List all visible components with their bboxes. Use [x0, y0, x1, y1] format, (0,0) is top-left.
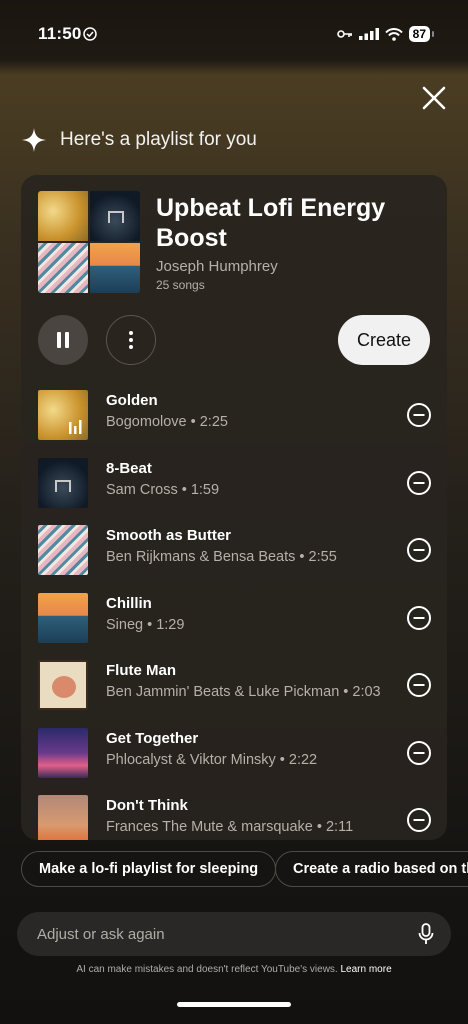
song-subtitle: Ben Rijkmans & Bensa Beats • 2:55: [106, 549, 337, 565]
cover-tile: [90, 243, 140, 293]
ai-header: Here's a playlist for you: [22, 128, 257, 152]
learn-more-link[interactable]: Learn more: [341, 964, 392, 975]
song-title: Smooth as Butter: [106, 527, 232, 544]
song-title: Get Together: [106, 730, 199, 747]
song-row[interactable]: Don't Think Frances The Mute & marsquake…: [21, 790, 447, 840]
song-title: Golden: [106, 392, 158, 409]
header-title: Here's a playlist for you: [60, 129, 257, 150]
song-thumbnail: [38, 390, 88, 440]
pause-button[interactable]: [38, 315, 88, 365]
more-options-button[interactable]: [106, 315, 156, 365]
more-vert-icon: [129, 331, 133, 349]
playlist-card: Upbeat Lofi Energy Boost Joseph Humphrey…: [21, 175, 447, 840]
suggestion-chip[interactable]: Make a lo-fi playlist for sleeping: [21, 851, 277, 887]
song-subtitle: Frances The Mute & marsquake • 2:11: [106, 819, 354, 835]
song-title: 8-Beat: [106, 460, 152, 477]
status-time: 11:50: [38, 24, 82, 43]
song-thumbnail: [38, 458, 88, 508]
song-row[interactable]: Flute Man Ben Jammin' Beats & Luke Pickm…: [21, 655, 447, 715]
home-indicator[interactable]: [177, 1002, 291, 1007]
song-title: Flute Man: [106, 662, 176, 679]
playlist-title: Upbeat Lofi Energy Boost: [156, 194, 386, 252]
song-thumbnail: [38, 525, 88, 575]
pause-icon: [57, 332, 69, 348]
close-icon[interactable]: [420, 84, 448, 112]
focus-mode-icon: [83, 27, 97, 41]
battery-indicator: 87: [408, 26, 435, 42]
song-row[interactable]: Smooth as Butter Ben Rijkmans & Bensa Be…: [21, 520, 447, 580]
vpn-key-icon: [336, 30, 352, 38]
song-thumbnail: [38, 593, 88, 643]
sparkle-icon: [22, 128, 46, 152]
song-subtitle: Ben Jammin' Beats & Luke Pickman • 2:03: [106, 684, 381, 700]
disclaimer-text: AI can make mistakes and doesn't reflect…: [76, 964, 338, 975]
song-subtitle: Phlocalyst & Viktor Minsky • 2:22: [106, 752, 318, 768]
playlist-author[interactable]: Joseph Humphrey: [156, 258, 278, 275]
song-row[interactable]: 8-Beat Sam Cross • 1:59: [21, 453, 447, 513]
song-subtitle: Bogomolove • 2:25: [106, 414, 228, 430]
song-title: Don't Think: [106, 797, 188, 814]
song-subtitle: Sineg • 1:29: [106, 617, 185, 633]
remove-circle-icon[interactable]: [406, 537, 432, 563]
remove-circle-icon[interactable]: [406, 470, 432, 496]
equalizer-icon: [69, 420, 82, 434]
status-bar: 11:50 87: [0, 0, 468, 68]
cover-tile: [38, 243, 88, 293]
suggestion-chips: Make a lo-fi playlist for sleeping Creat…: [21, 851, 468, 887]
create-button[interactable]: Create: [338, 315, 430, 365]
song-thumbnail: [38, 728, 88, 778]
song-thumbnail: [38, 660, 88, 710]
cellular-signal-icon: [358, 28, 379, 40]
remove-circle-icon[interactable]: [406, 807, 432, 833]
suggestion-chip[interactable]: Create a radio based on the: [275, 851, 468, 887]
disclaimer: AI can make mistakes and doesn't reflect…: [0, 964, 468, 975]
song-title: Chillin: [106, 595, 152, 612]
wifi-icon: [384, 27, 403, 41]
song-row[interactable]: Golden Bogomolove • 2:25: [21, 385, 447, 445]
ask-input[interactable]: [37, 912, 397, 956]
remove-circle-icon[interactable]: [406, 740, 432, 766]
remove-circle-icon[interactable]: [406, 605, 432, 631]
song-thumbnail: [38, 795, 88, 840]
ask-bar: [17, 912, 451, 956]
song-row[interactable]: Get Together Phlocalyst & Viktor Minsky …: [21, 723, 447, 783]
cover-tile: [38, 191, 88, 241]
playlist-song-count: 25 songs: [156, 278, 205, 292]
remove-circle-icon[interactable]: [406, 402, 432, 428]
remove-circle-icon[interactable]: [406, 672, 432, 698]
mic-icon[interactable]: [417, 923, 435, 945]
cover-tile: [90, 191, 140, 241]
playlist-cover: [38, 191, 140, 293]
song-subtitle: Sam Cross • 1:59: [106, 482, 220, 498]
song-row[interactable]: Chillin Sineg • 1:29: [21, 588, 447, 648]
